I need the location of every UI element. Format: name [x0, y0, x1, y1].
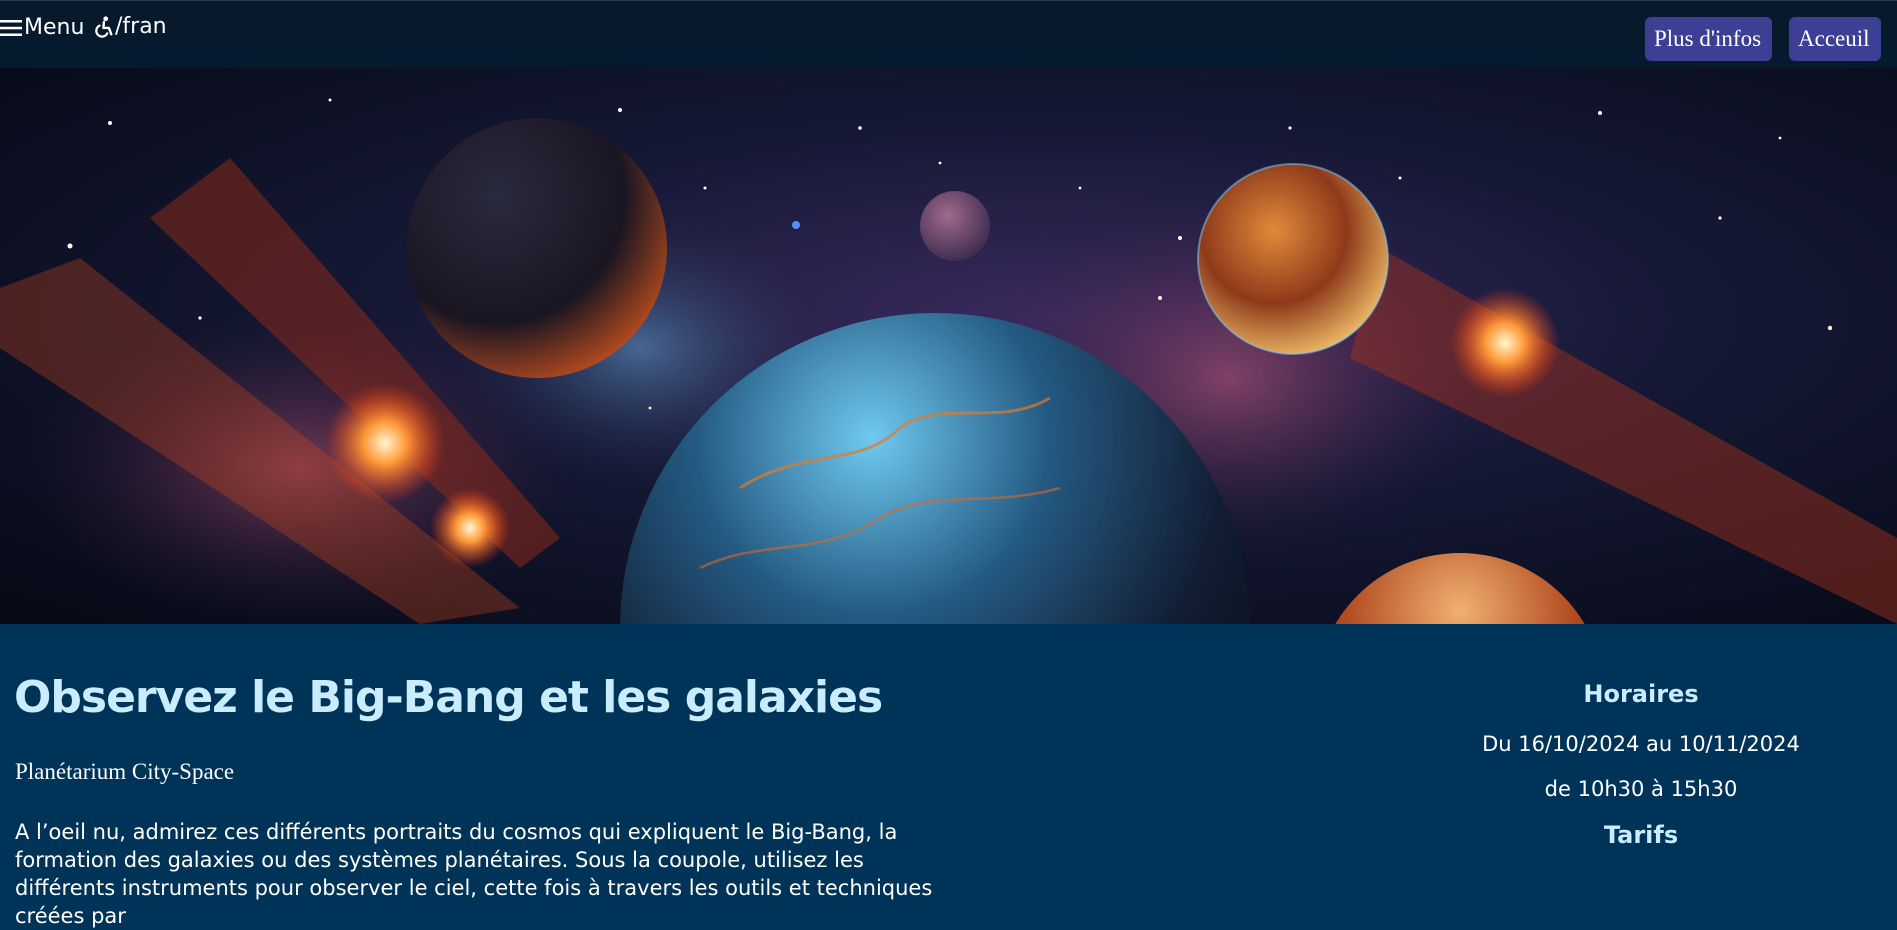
hamburger-icon — [0, 19, 22, 36]
dates-text: Du 16/10/2024 au 10/11/2024 — [1482, 732, 1800, 756]
tarifs-heading: Tarifs — [1603, 821, 1679, 849]
language-label: /fran — [115, 14, 167, 39]
venue-name: Planétarium City-Space — [15, 759, 235, 784]
home-button[interactable]: Acceuil — [1789, 17, 1881, 61]
more-info-button[interactable]: Plus d'infos — [1645, 17, 1772, 61]
hours-text: de 10h30 à 15h30 — [1544, 777, 1738, 801]
hero-space-image — [0, 68, 1897, 624]
schedule-panel: Horaires Du 16/10/2024 au 10/11/2024 de … — [1460, 680, 1822, 849]
space-illustration — [0, 98, 1897, 624]
event-description: A l’oeil nu, admirez ces différents port… — [15, 820, 933, 928]
accessibility-language-toggle[interactable]: /fran — [92, 14, 167, 39]
menu-toggle[interactable]: Menu — [0, 15, 84, 40]
top-navbar: Menu /fran Plus d'infos Acceuil — [0, 0, 1897, 68]
wheelchair-icon — [95, 15, 113, 38]
page-title: Observez le Big-Bang et les galaxies — [14, 672, 883, 723]
menu-label: Menu — [24, 15, 85, 40]
horaires-heading: Horaires — [1583, 680, 1699, 708]
